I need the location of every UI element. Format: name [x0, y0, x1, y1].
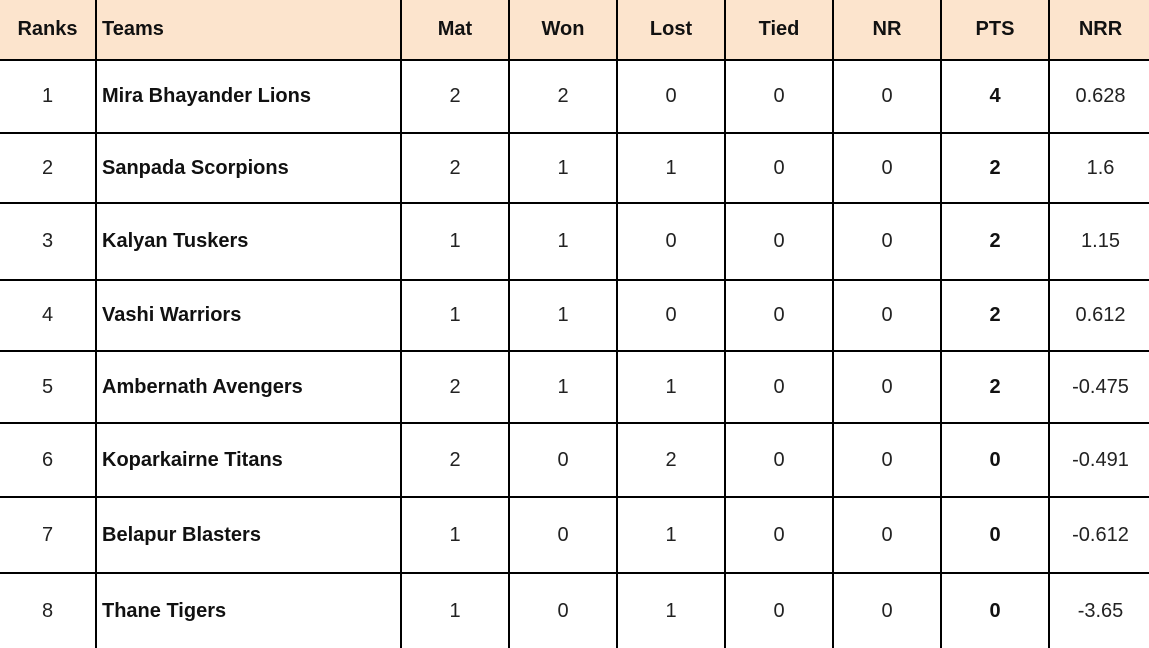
nr-cell: 0 — [832, 422, 942, 498]
table-row: 3 Kalyan Tuskers 1 1 0 0 0 2 1.15 — [0, 202, 1149, 281]
won-cell: 0 — [508, 496, 618, 574]
mat-cell: 1 — [400, 279, 510, 352]
pts-cell: 2 — [940, 132, 1050, 204]
header-mat: Mat — [400, 0, 510, 61]
header-row: Ranks Teams Mat Won Lost Tied NR PTS NRR — [0, 0, 1149, 61]
nr-cell: 0 — [832, 132, 942, 204]
table-body: 1 Mira Bhayander Lions 2 2 0 0 0 4 0.628… — [0, 59, 1149, 648]
points-table: Ranks Teams Mat Won Lost Tied NR PTS NRR… — [0, 0, 1149, 648]
header-pts: PTS — [940, 0, 1050, 61]
pts-cell: 0 — [940, 572, 1050, 648]
header-lost: Lost — [616, 0, 726, 61]
table-header: Ranks Teams Mat Won Lost Tied NR PTS NRR — [0, 0, 1149, 61]
team-cell: Sanpada Scorpions — [95, 132, 402, 204]
nrr-cell: 0.612 — [1048, 279, 1149, 352]
won-cell: 1 — [508, 350, 618, 424]
tied-cell: 0 — [724, 202, 834, 281]
header-tied: Tied — [724, 0, 834, 61]
pts-cell: 4 — [940, 59, 1050, 134]
rank-cell: 2 — [0, 132, 97, 204]
table-row: 6 Koparkairne Titans 2 0 2 0 0 0 -0.491 — [0, 422, 1149, 498]
tied-cell: 0 — [724, 279, 834, 352]
team-cell: Ambernath Avengers — [95, 350, 402, 424]
table-row: 7 Belapur Blasters 1 0 1 0 0 0 -0.612 — [0, 496, 1149, 574]
header-ranks: Ranks — [0, 0, 97, 61]
rank-cell: 4 — [0, 279, 97, 352]
tied-cell: 0 — [724, 496, 834, 574]
lost-cell: 1 — [616, 350, 726, 424]
mat-cell: 1 — [400, 496, 510, 574]
mat-cell: 1 — [400, 202, 510, 281]
table-row: 5 Ambernath Avengers 2 1 1 0 0 2 -0.475 — [0, 350, 1149, 424]
header-nr: NR — [832, 0, 942, 61]
table-row: 8 Thane Tigers 1 0 1 0 0 0 -3.65 — [0, 572, 1149, 648]
team-cell: Kalyan Tuskers — [95, 202, 402, 281]
lost-cell: 0 — [616, 59, 726, 134]
rank-cell: 6 — [0, 422, 97, 498]
nrr-cell: -0.491 — [1048, 422, 1149, 498]
won-cell: 1 — [508, 132, 618, 204]
header-won: Won — [508, 0, 618, 61]
team-cell: Thane Tigers — [95, 572, 402, 648]
nrr-cell: 1.15 — [1048, 202, 1149, 281]
lost-cell: 0 — [616, 202, 726, 281]
tied-cell: 0 — [724, 350, 834, 424]
won-cell: 0 — [508, 422, 618, 498]
mat-cell: 2 — [400, 422, 510, 498]
team-cell: Vashi Warriors — [95, 279, 402, 352]
won-cell: 1 — [508, 279, 618, 352]
nr-cell: 0 — [832, 496, 942, 574]
tied-cell: 0 — [724, 59, 834, 134]
team-cell: Koparkairne Titans — [95, 422, 402, 498]
mat-cell: 1 — [400, 572, 510, 648]
pts-cell: 2 — [940, 202, 1050, 281]
table-row: 4 Vashi Warriors 1 1 0 0 0 2 0.612 — [0, 279, 1149, 352]
team-cell: Mira Bhayander Lions — [95, 59, 402, 134]
rank-cell: 8 — [0, 572, 97, 648]
nr-cell: 0 — [832, 202, 942, 281]
tied-cell: 0 — [724, 572, 834, 648]
lost-cell: 1 — [616, 132, 726, 204]
pts-cell: 0 — [940, 422, 1050, 498]
tied-cell: 0 — [724, 132, 834, 204]
rank-cell: 5 — [0, 350, 97, 424]
table-row: 2 Sanpada Scorpions 2 1 1 0 0 2 1.6 — [0, 132, 1149, 204]
nr-cell: 0 — [832, 279, 942, 352]
nr-cell: 0 — [832, 350, 942, 424]
won-cell: 0 — [508, 572, 618, 648]
lost-cell: 1 — [616, 572, 726, 648]
rank-cell: 3 — [0, 202, 97, 281]
nr-cell: 0 — [832, 572, 942, 648]
mat-cell: 2 — [400, 59, 510, 134]
mat-cell: 2 — [400, 132, 510, 204]
header-nrr: NRR — [1048, 0, 1149, 61]
won-cell: 2 — [508, 59, 618, 134]
nrr-cell: -3.65 — [1048, 572, 1149, 648]
nrr-cell: -0.612 — [1048, 496, 1149, 574]
header-teams: Teams — [95, 0, 402, 61]
nr-cell: 0 — [832, 59, 942, 134]
nrr-cell: 1.6 — [1048, 132, 1149, 204]
nrr-cell: -0.475 — [1048, 350, 1149, 424]
tied-cell: 0 — [724, 422, 834, 498]
won-cell: 1 — [508, 202, 618, 281]
pts-cell: 2 — [940, 350, 1050, 424]
pts-cell: 0 — [940, 496, 1050, 574]
rank-cell: 1 — [0, 59, 97, 134]
rank-cell: 7 — [0, 496, 97, 574]
lost-cell: 0 — [616, 279, 726, 352]
team-cell: Belapur Blasters — [95, 496, 402, 574]
mat-cell: 2 — [400, 350, 510, 424]
nrr-cell: 0.628 — [1048, 59, 1149, 134]
table-row: 1 Mira Bhayander Lions 2 2 0 0 0 4 0.628 — [0, 59, 1149, 134]
lost-cell: 2 — [616, 422, 726, 498]
lost-cell: 1 — [616, 496, 726, 574]
pts-cell: 2 — [940, 279, 1050, 352]
